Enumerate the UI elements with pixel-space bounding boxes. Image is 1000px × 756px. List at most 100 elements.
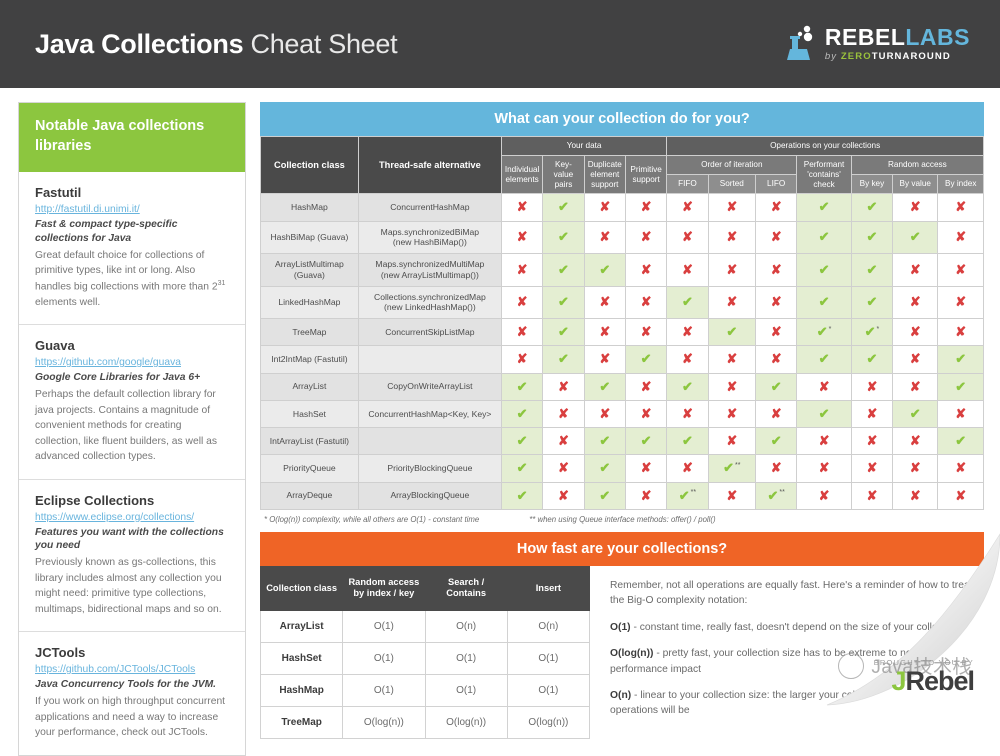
unsupported-cell: ✘ xyxy=(666,345,709,374)
cross-icon: ✘ xyxy=(866,405,878,421)
library-link[interactable]: https://www.eclipse.org/collections/ xyxy=(35,512,229,523)
unsupported-cell: ✘ xyxy=(850,427,894,456)
performance-table: Collection class Random access by index … xyxy=(259,565,591,739)
cross-icon: ✘ xyxy=(909,460,921,476)
supported-cell: ✔** xyxy=(707,454,756,483)
cross-icon: ✘ xyxy=(955,199,967,215)
cross-icon: ✘ xyxy=(516,294,528,310)
perf-class-cell: HashSet xyxy=(259,642,344,675)
cross-icon: ✘ xyxy=(557,405,569,421)
footnote-marker: * xyxy=(828,325,832,333)
cross-icon: ✘ xyxy=(726,405,738,421)
footnote-marker: ** xyxy=(779,489,785,497)
supported-cell: ✔ xyxy=(500,372,544,401)
check-icon: ✔ xyxy=(818,261,830,277)
unsupported-cell: ✘ xyxy=(937,318,984,347)
cross-icon: ✘ xyxy=(599,324,611,340)
cross-icon: ✘ xyxy=(516,261,528,277)
library-title: Guava xyxy=(35,338,75,354)
table-row: ArrayList CopyOnWriteArrayList ✔ ✘ ✔ ✘ ✔ ✘ ✔ ✘ ✘ ✘ ✔ xyxy=(260,372,984,401)
cross-icon: ✘ xyxy=(681,199,693,215)
unsupported-cell: ✘ xyxy=(624,318,668,347)
library-link[interactable]: https://github.com/google/guava xyxy=(35,357,229,368)
check-icon: ✔ xyxy=(557,294,569,310)
performance-section: Collection class Random access by index … xyxy=(259,565,984,739)
check-icon: ✔ xyxy=(678,487,690,503)
library-link[interactable]: https://github.com/JCTools/JCTools xyxy=(35,664,229,675)
check-icon: ✔ xyxy=(818,229,830,245)
unsupported-cell: ✘ xyxy=(937,253,984,287)
unsupported-cell: ✘ xyxy=(796,427,852,456)
collection-class-cell: ArrayListMultimap (Guava) xyxy=(260,253,359,287)
perf-insert-cell: O(n) xyxy=(506,610,591,643)
unsupported-cell: ✘ xyxy=(796,481,852,510)
supported-cell: ✔ xyxy=(796,399,852,429)
th-duplicate-element-support: Duplicate element support xyxy=(583,154,626,195)
perf-search-cell: O(1) xyxy=(424,642,508,675)
unsupported-cell: ✘ xyxy=(583,220,626,255)
unsupported-cell: ✘ xyxy=(754,253,798,287)
cross-icon: ✘ xyxy=(599,351,611,367)
library-description: If you work on high throughput concurren… xyxy=(35,696,226,739)
check-icon: ✔ xyxy=(909,229,921,245)
cross-icon: ✘ xyxy=(909,433,921,449)
check-icon: ✔ xyxy=(516,487,528,503)
cross-icon: ✘ xyxy=(557,460,569,476)
check-icon: ✔ xyxy=(955,378,967,394)
flask-icon xyxy=(782,24,818,64)
check-icon: ✔ xyxy=(909,405,921,421)
library-link[interactable]: http://fastutil.di.unimi.it/ xyxy=(35,204,229,215)
supported-cell: ✔ xyxy=(583,427,626,456)
check-icon: ✔ xyxy=(516,460,528,476)
th-by-value: By value xyxy=(892,174,939,195)
cross-icon: ✘ xyxy=(599,405,611,421)
logo-by: by xyxy=(824,51,838,63)
check-icon: ✔ xyxy=(681,378,693,394)
unsupported-cell: ✘ xyxy=(542,454,585,483)
supported-cell: ✔ xyxy=(850,193,894,222)
unsupported-cell: ✘ xyxy=(754,399,798,429)
supported-cell: ✔ xyxy=(754,427,798,456)
cross-icon: ✘ xyxy=(726,378,738,394)
th-primitive-support: Primitive support xyxy=(624,154,668,195)
footnote-double-star: ** when using Queue interface methods: o… xyxy=(529,514,716,524)
unsupported-cell: ✘ xyxy=(707,220,756,255)
supported-cell: ✔ xyxy=(796,220,852,255)
jrebel-rebel: Rebel xyxy=(905,666,975,696)
unsupported-cell: ✘ xyxy=(796,454,852,483)
supported-cell: ✔ xyxy=(666,285,709,320)
logo-turnaround: TURNAROUND xyxy=(871,51,951,63)
supported-cell: ✔ xyxy=(542,345,585,374)
unsupported-cell: ✘ xyxy=(583,318,626,347)
cross-icon: ✘ xyxy=(866,487,878,503)
cross-icon: ✘ xyxy=(640,294,652,310)
library-tagline: Fast & compact type-specific collections… xyxy=(35,219,178,244)
unsupported-cell: ✘ xyxy=(707,372,756,401)
check-icon: ✔ xyxy=(640,351,652,367)
library-description: Great default choice for collections of … xyxy=(35,248,229,310)
check-icon: ✔ xyxy=(866,351,878,367)
library-title: Fastutil xyxy=(35,185,82,201)
supported-cell: ✔ xyxy=(937,427,984,456)
check-icon: ✔ xyxy=(866,261,878,277)
unsupported-cell: ✘ xyxy=(500,285,544,320)
thread-safe-cell: CopyOnWriteArrayList xyxy=(357,372,502,401)
th-group-operations: Operations on your collections xyxy=(666,136,984,156)
unsupported-cell: ✘ xyxy=(624,372,668,401)
cross-icon: ✘ xyxy=(770,351,782,367)
capabilities-tbody: HashMap ConcurrentHashMap ✘ ✔ ✘ ✘ ✘ ✘ ✘ ✔ ✔ ✘ ✘ HashB… xyxy=(260,193,984,510)
table-row: HashSet O(1) O(1) O(1) xyxy=(259,642,591,675)
table-row: TreeMap ConcurrentSkipListMap ✘ ✔ ✘ ✘ ✘ ✔ ✘ ✔* ✔* ✘… xyxy=(260,318,984,347)
unsupported-cell: ✘ xyxy=(666,220,709,255)
thread-safe-cell xyxy=(357,427,502,456)
library-tagline: Google Core Libraries for Java 6+ xyxy=(35,372,201,384)
supported-cell: ✔ xyxy=(796,285,852,320)
performance-table-wrap: Collection class Random access by index … xyxy=(259,565,591,739)
perf-random-access-cell: O(1) xyxy=(342,610,426,643)
capabilities-header-row-1: Collection class Thread-safe alternative… xyxy=(260,135,984,195)
thread-safe-cell: Maps.synchronizedMultiMap (new ArrayListM… xyxy=(357,253,502,287)
rebellabs-wordmark: REBELLABS by ZEROTURNAROUND xyxy=(825,26,970,62)
jrebel-footer: BROUGHT TO YOU BY JRebel xyxy=(874,658,975,696)
cross-icon: ✘ xyxy=(726,199,738,215)
unsupported-cell: ✘ xyxy=(892,454,939,483)
